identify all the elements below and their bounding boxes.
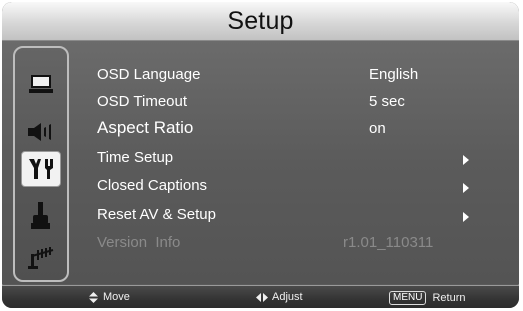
- menu-item-label: Version Info: [97, 234, 181, 251]
- page-title: Setup: [227, 6, 294, 35]
- hint-move: Move: [89, 291, 130, 303]
- menu-item-osd-timeout[interactable]: OSD Timeout 5 sec: [97, 90, 497, 116]
- submenu-arrow-icon: [463, 183, 469, 193]
- monitor-icon[interactable]: [21, 66, 61, 102]
- plug-icon[interactable]: [21, 198, 61, 234]
- title-bar: Setup: [2, 2, 519, 41]
- menu-item-closed-captions[interactable]: Closed Captions: [97, 174, 497, 200]
- hint-return: MENU Return: [389, 291, 465, 305]
- menu-item-label: Time Setup: [97, 149, 174, 166]
- menu-item-label: Aspect Ratio: [97, 118, 194, 137]
- left-right-arrows-icon: [256, 292, 268, 302]
- antenna-icon[interactable]: [21, 238, 61, 274]
- setup-panel: OSD Language English OSD Timeout 5 sec A…: [2, 41, 519, 284]
- menu-item-label: OSD Language: [97, 66, 201, 83]
- menu-item-value: on: [369, 120, 386, 137]
- hint-adjust-label: Adjust: [272, 291, 303, 303]
- footer-hint-bar: Move Adjust MENU Return: [2, 285, 519, 308]
- speaker-icon[interactable]: [21, 114, 61, 150]
- hint-adjust: Adjust: [256, 291, 303, 303]
- menu-item-label: OSD Timeout: [97, 93, 188, 110]
- hint-move-label: Move: [103, 291, 130, 303]
- setup-window: Setup OSD Language English OSD Timeout 5…: [2, 2, 519, 308]
- menu-item-version-info: Version Info r1.01_110311: [97, 231, 497, 257]
- menu-key-badge: MENU: [389, 291, 427, 305]
- menu-item-osd-language[interactable]: OSD Language English: [97, 63, 497, 89]
- menu-item-value: r1.01_110311: [343, 234, 434, 251]
- menu-item-label: Reset AV & Setup: [97, 206, 216, 223]
- up-down-arrows-icon: [89, 291, 98, 303]
- submenu-arrow-icon: [463, 155, 469, 165]
- menu-item-value: English: [369, 66, 419, 83]
- menu-item-value: 5 sec: [369, 93, 405, 110]
- menu-item-time-setup[interactable]: Time Setup: [97, 146, 497, 172]
- menu-item-label: Closed Captions: [97, 177, 208, 194]
- menu-item-reset-av-setup[interactable]: Reset AV & Setup: [97, 203, 497, 229]
- hint-return-label: Return: [432, 292, 466, 304]
- setup-tools-icon[interactable]: [21, 151, 61, 187]
- submenu-arrow-icon: [463, 212, 469, 222]
- category-sidebar: [13, 46, 69, 282]
- menu-item-aspect-ratio[interactable]: Aspect Ratio on: [97, 117, 497, 143]
